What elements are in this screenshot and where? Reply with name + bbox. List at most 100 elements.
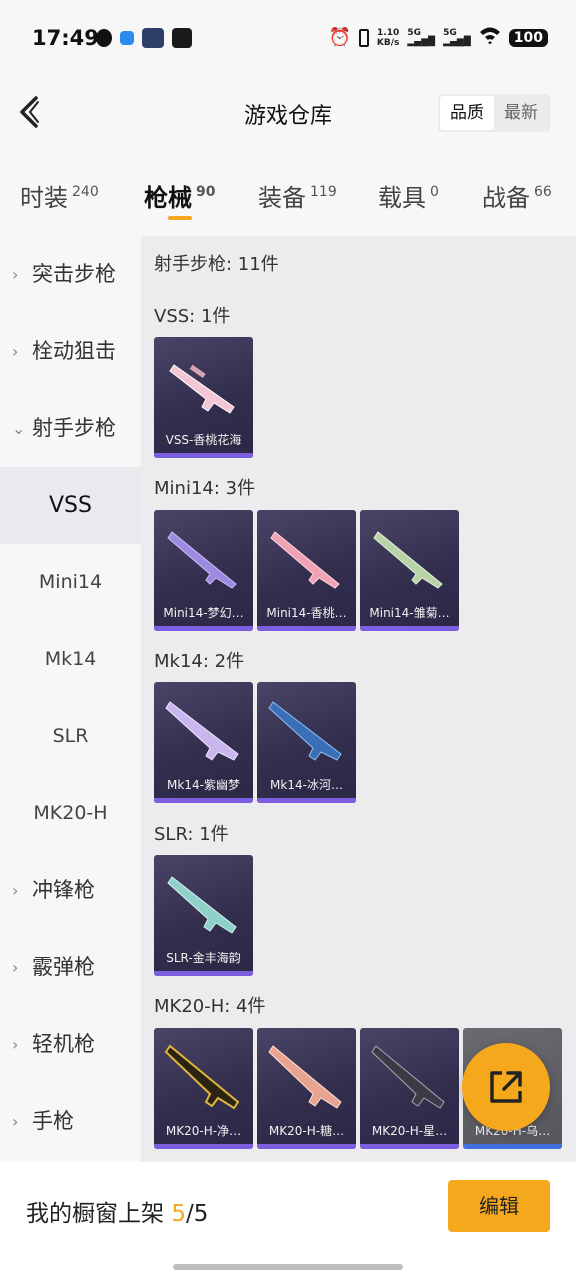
- rifle-icon: [169, 364, 235, 414]
- chevron-down-icon: ⌄: [12, 419, 26, 438]
- status-bar: 17:49 ⏰ 1.10 KB/s 5G ▂▄▆█ 5G ▂▄▆█ 100: [0, 0, 576, 66]
- showcase-label: 我的橱窗上架: [26, 1201, 164, 1227]
- rifle-icon: [164, 1044, 240, 1110]
- rifle-icon: [165, 701, 239, 761]
- sidebar-item-label: 霰弹枪: [32, 955, 95, 979]
- skin-name: Mini14-香桃…: [266, 606, 347, 620]
- skin-card[interactable]: SLR-金丰海韵: [154, 855, 253, 976]
- edit-button[interactable]: 编辑: [448, 1180, 550, 1232]
- group-title-mini14: Mini14: 3件: [154, 478, 256, 499]
- sidebar-subitem-slr[interactable]: SLR: [0, 698, 141, 775]
- tab-outfits-count: 240: [72, 184, 99, 200]
- skin-name: Mini14-雏菊…: [369, 606, 450, 620]
- category-summary: 射手步枪: 11件: [154, 254, 279, 275]
- showcase-total: /5: [185, 1201, 209, 1227]
- rarity-bar: [360, 1144, 459, 1149]
- sort-toggle: 品质 最新: [438, 94, 550, 132]
- sidebar-subitem-mk20h[interactable]: MK20-H: [0, 775, 141, 852]
- tab-vehicles-label: 载具: [378, 184, 426, 212]
- sidebar-subitem-mk14[interactable]: Mk14: [0, 621, 141, 698]
- net-speed-unit: KB/s: [376, 37, 400, 48]
- group-title-mk20h: MK20-H: 4件: [154, 996, 266, 1017]
- rarity-bar: [257, 626, 356, 631]
- sidebar-item-label: 射手步枪: [32, 416, 116, 440]
- skin-card[interactable]: Mini14-香桃…: [257, 510, 356, 631]
- tab-outfits[interactable]: 时装 240: [20, 178, 99, 213]
- chevron-right-icon: ›: [12, 1112, 19, 1131]
- rarity-bar: [154, 971, 253, 976]
- skin-card[interactable]: MK20-H-净…: [154, 1028, 253, 1149]
- weapon-type-sidebar: › 突击步枪 › 栓动狙击 ⌄ 射手步枪 VSS Mini14 Mk14 SLR…: [0, 236, 141, 1162]
- rifle-icon: [167, 531, 237, 589]
- tab-supplies-label: 战备: [482, 184, 530, 212]
- active-tab-indicator: [168, 216, 192, 220]
- rifle-icon: [268, 701, 342, 761]
- rarity-bar: [463, 1144, 562, 1149]
- sort-quality-option[interactable]: 品质: [440, 96, 494, 130]
- vibrate-icon: [358, 28, 369, 47]
- rifle-icon: [167, 876, 237, 934]
- signal2-icon: 5G ▂▄▆█: [443, 27, 471, 47]
- skin-card[interactable]: VSS-香桃花海: [154, 337, 253, 458]
- showcase-count: 5: [171, 1201, 186, 1227]
- rifle-icon: [371, 1045, 445, 1109]
- sidebar-item-marksman-rifles[interactable]: ⌄ 射手步枪: [0, 390, 141, 467]
- rarity-bar: [154, 453, 253, 458]
- tab-supplies-count: 66: [534, 184, 552, 200]
- sidebar-item-label: SLR: [52, 725, 89, 747]
- tab-equipment[interactable]: 装备 119: [258, 178, 337, 213]
- sidebar-item-label: VSS: [49, 493, 92, 518]
- group-title-mk14: Mk14: 2件: [154, 651, 245, 672]
- rarity-bar: [257, 1144, 356, 1149]
- share-external-icon: [490, 1071, 522, 1103]
- tab-guns-count: 90: [196, 184, 216, 200]
- share-fab-button[interactable]: [462, 1043, 550, 1131]
- skin-name: VSS-香桃花海: [165, 433, 242, 447]
- chevron-right-icon: ›: [12, 881, 19, 900]
- tab-guns[interactable]: 枪械 90: [144, 178, 215, 213]
- skin-card[interactable]: Mini14-雏菊…: [360, 510, 459, 631]
- app2-notification-icon: [172, 28, 192, 48]
- status-time: 17:49: [32, 26, 99, 50]
- skin-card[interactable]: Mini14-梦幻…: [154, 510, 253, 631]
- sidebar-item-shotguns[interactable]: › 霰弹枪: [0, 929, 141, 1006]
- sidebar-item-label: 栓动狙击: [32, 339, 116, 363]
- tab-equipment-label: 装备: [258, 184, 306, 212]
- weapon-skin-list: 射手步枪: 11件 VSS: 1件 VSS-香桃花海 Mini14: 3件 Mi…: [141, 236, 576, 1162]
- sidebar-item-label: 冲锋枪: [32, 878, 95, 902]
- signal2-label: 5G: [443, 27, 457, 38]
- sidebar-item-label: Mk14: [44, 648, 97, 670]
- tab-guns-label: 枪械: [144, 184, 192, 212]
- sidebar-item-lmgs[interactable]: › 轻机枪: [0, 1006, 141, 1083]
- sidebar-item-bolt-snipers[interactable]: › 栓动狙击: [0, 313, 141, 390]
- rifle-icon: [270, 531, 340, 589]
- rarity-bar: [154, 1144, 253, 1149]
- skin-card[interactable]: Mk14-紫幽梦: [154, 682, 253, 803]
- wifi-icon: [479, 26, 501, 49]
- chevron-right-icon: ›: [12, 1035, 19, 1054]
- sidebar-item-pistols[interactable]: › 手枪: [0, 1083, 141, 1160]
- sort-newest-option[interactable]: 最新: [494, 96, 548, 130]
- skin-card[interactable]: MK20-H-星…: [360, 1028, 459, 1149]
- tab-equipment-count: 119: [310, 184, 337, 200]
- tab-outfits-label: 时装: [20, 184, 68, 212]
- sidebar-item-smgs[interactable]: › 冲锋枪: [0, 852, 141, 929]
- sidebar-item-label: 手枪: [32, 1109, 74, 1133]
- sidebar-subitem-vss[interactable]: VSS: [0, 467, 141, 544]
- home-indicator[interactable]: [173, 1264, 403, 1270]
- sidebar-item-label: 突击步枪: [32, 262, 116, 286]
- sidebar-item-assault-rifles[interactable]: › 突击步枪: [0, 236, 141, 313]
- sidebar-subitem-mini14[interactable]: Mini14: [0, 544, 141, 621]
- skin-card[interactable]: Mk14-冰河…: [257, 682, 356, 803]
- skin-name: Mini14-梦幻…: [163, 606, 244, 620]
- skin-name: SLR-金丰海韵: [166, 951, 241, 965]
- showcase-status: 我的橱窗上架 5/5: [26, 1194, 208, 1228]
- header: 游戏仓库 品质 最新: [0, 66, 576, 160]
- sidebar-item-label: 轻机枪: [32, 1032, 95, 1056]
- category-tabs: 时装 240 枪械 90 装备 119 载具 0 战备 66: [0, 160, 576, 236]
- tab-vehicles[interactable]: 载具 0: [378, 178, 439, 213]
- skin-card[interactable]: MK20-H-糖…: [257, 1028, 356, 1149]
- qq-icon: [96, 29, 112, 47]
- net-speed-value: 1.10: [377, 27, 400, 38]
- tab-supplies[interactable]: 战备 66: [482, 178, 552, 213]
